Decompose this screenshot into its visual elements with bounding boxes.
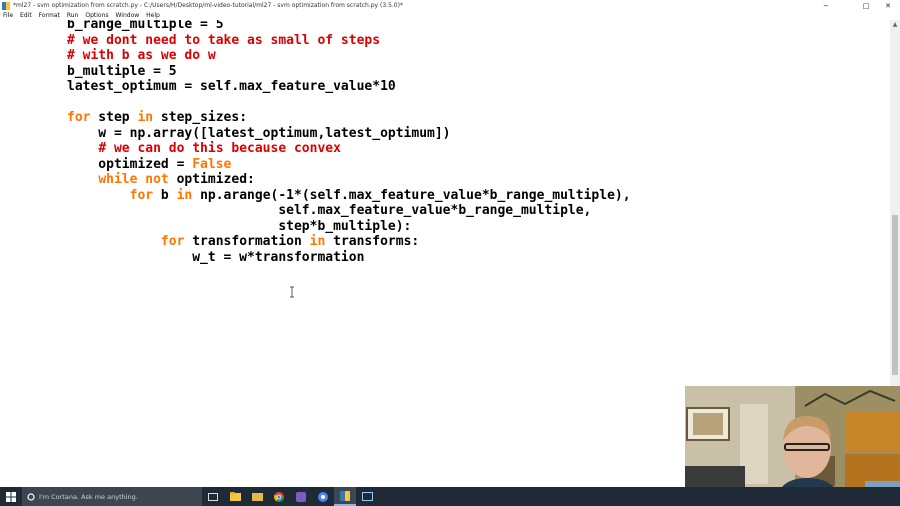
chrome-icon[interactable]	[268, 487, 290, 506]
code-comment: # we dont need to take as small of steps	[67, 32, 381, 48]
code-text[interactable]: b_range_multiple = 5 # we dont need to ta…	[67, 20, 631, 265]
code-line[interactable]: b_multiple = 5	[67, 64, 631, 80]
menu-run[interactable]: Run	[67, 12, 79, 19]
code-token: step	[90, 110, 138, 125]
code-line[interactable]: # we dont need to take as small of steps	[67, 33, 631, 49]
windows-start-icon[interactable]	[0, 487, 22, 506]
folder-icon[interactable]	[246, 487, 268, 506]
cortana-icon	[27, 492, 35, 501]
code-token: np.arange(-1*(self.max_feature_value*b_r…	[192, 187, 631, 203]
code-token: w_t = w*transformation	[67, 249, 365, 265]
task-view-icon[interactable]	[202, 487, 224, 506]
close-button[interactable]: ✕	[877, 0, 899, 11]
menu-edit[interactable]: Edit	[20, 12, 32, 19]
scrollbar-thumb[interactable]	[892, 215, 898, 375]
menu-help[interactable]: Help	[146, 12, 160, 19]
code-keyword: in	[309, 234, 326, 249]
code-token: step_sizes:	[153, 110, 248, 125]
code-keyword: for	[67, 110, 91, 125]
code-line[interactable]: for step in step_sizes:	[67, 110, 631, 126]
code-line[interactable]: for b in np.arange(-1*(self.max_feature_…	[67, 188, 631, 204]
code-token: transforms:	[325, 234, 420, 249]
code-keyword: for	[160, 234, 185, 249]
menu-file[interactable]: File	[3, 12, 13, 19]
menu-options[interactable]: Options	[85, 12, 108, 19]
code-line[interactable]: latest_optimum = self.max_feature_value*…	[67, 79, 631, 95]
code-token: step*b_multiple):	[67, 218, 412, 234]
menu-bar: File Edit Format Run Options Window Help	[0, 11, 900, 20]
code-token: self.max_feature_value*b_range_multiple,	[67, 203, 592, 218]
chrome-secondary-icon[interactable]	[312, 487, 334, 506]
code-token: b	[153, 187, 177, 203]
window-task-icon[interactable]	[356, 487, 378, 506]
code-token: latest_optimum = self.max_feature_value*…	[67, 79, 396, 94]
code-comment: # we can do this because convex	[98, 141, 341, 156]
menu-format[interactable]: Format	[39, 12, 60, 19]
title-bar: *ml27 - svm optimization from scratch.py…	[0, 0, 900, 11]
code-token: b_multiple = 5	[67, 63, 177, 79]
cortana-search-box[interactable]: I'm Cortana. Ask me anything.	[22, 487, 202, 506]
maximize-button[interactable]: □	[855, 0, 877, 11]
code-line[interactable]: self.max_feature_value*b_range_multiple,	[67, 203, 631, 219]
code-token: b_range_multiple = 5	[67, 20, 224, 32]
code-keyword: for	[129, 187, 154, 203]
app-icon[interactable]	[290, 487, 312, 506]
code-token: w = np.array([latest_optimum,latest_opti…	[67, 125, 451, 141]
code-line[interactable]: step*b_multiple):	[67, 219, 631, 235]
code-keyword: while not	[98, 172, 169, 187]
cortana-placeholder: I'm Cortana. Ask me anything.	[39, 492, 138, 501]
scroll-up-icon[interactable]: ▲	[890, 20, 900, 30]
code-line[interactable]: optimized = False	[67, 157, 631, 173]
code-line[interactable]: for transformation in transforms:	[67, 234, 631, 250]
python-idle-icon	[2, 1, 10, 10]
code-keyword: in	[176, 187, 193, 203]
window-title: *ml27 - svm optimization from scratch.py…	[13, 2, 403, 9]
code-line[interactable]: b_range_multiple = 5	[67, 20, 631, 33]
menu-window[interactable]: Window	[116, 12, 140, 19]
code-token: optimized:	[168, 172, 255, 187]
code-comment: # with b as we do w	[67, 48, 216, 63]
code-keyword: in	[137, 110, 154, 125]
code-keyword: False	[192, 156, 232, 172]
code-line[interactable]	[67, 95, 631, 111]
code-line[interactable]: w_t = w*transformation	[67, 250, 631, 266]
code-line[interactable]: while not optimized:	[67, 172, 631, 188]
python-idle-task-icon[interactable]	[334, 487, 356, 506]
code-line[interactable]: # we can do this because convex	[67, 141, 631, 157]
minimize-button[interactable]: −	[815, 0, 837, 11]
file-explorer-icon[interactable]	[224, 487, 246, 506]
taskbar: I'm Cortana. Ask me anything.	[0, 487, 900, 506]
code-line[interactable]: # with b as we do w	[67, 48, 631, 64]
text-cursor-icon	[290, 286, 294, 298]
code-token: optimized =	[67, 156, 193, 172]
code-token: transformation	[184, 234, 310, 249]
code-line[interactable]: w = np.array([latest_optimum,latest_opti…	[67, 126, 631, 142]
